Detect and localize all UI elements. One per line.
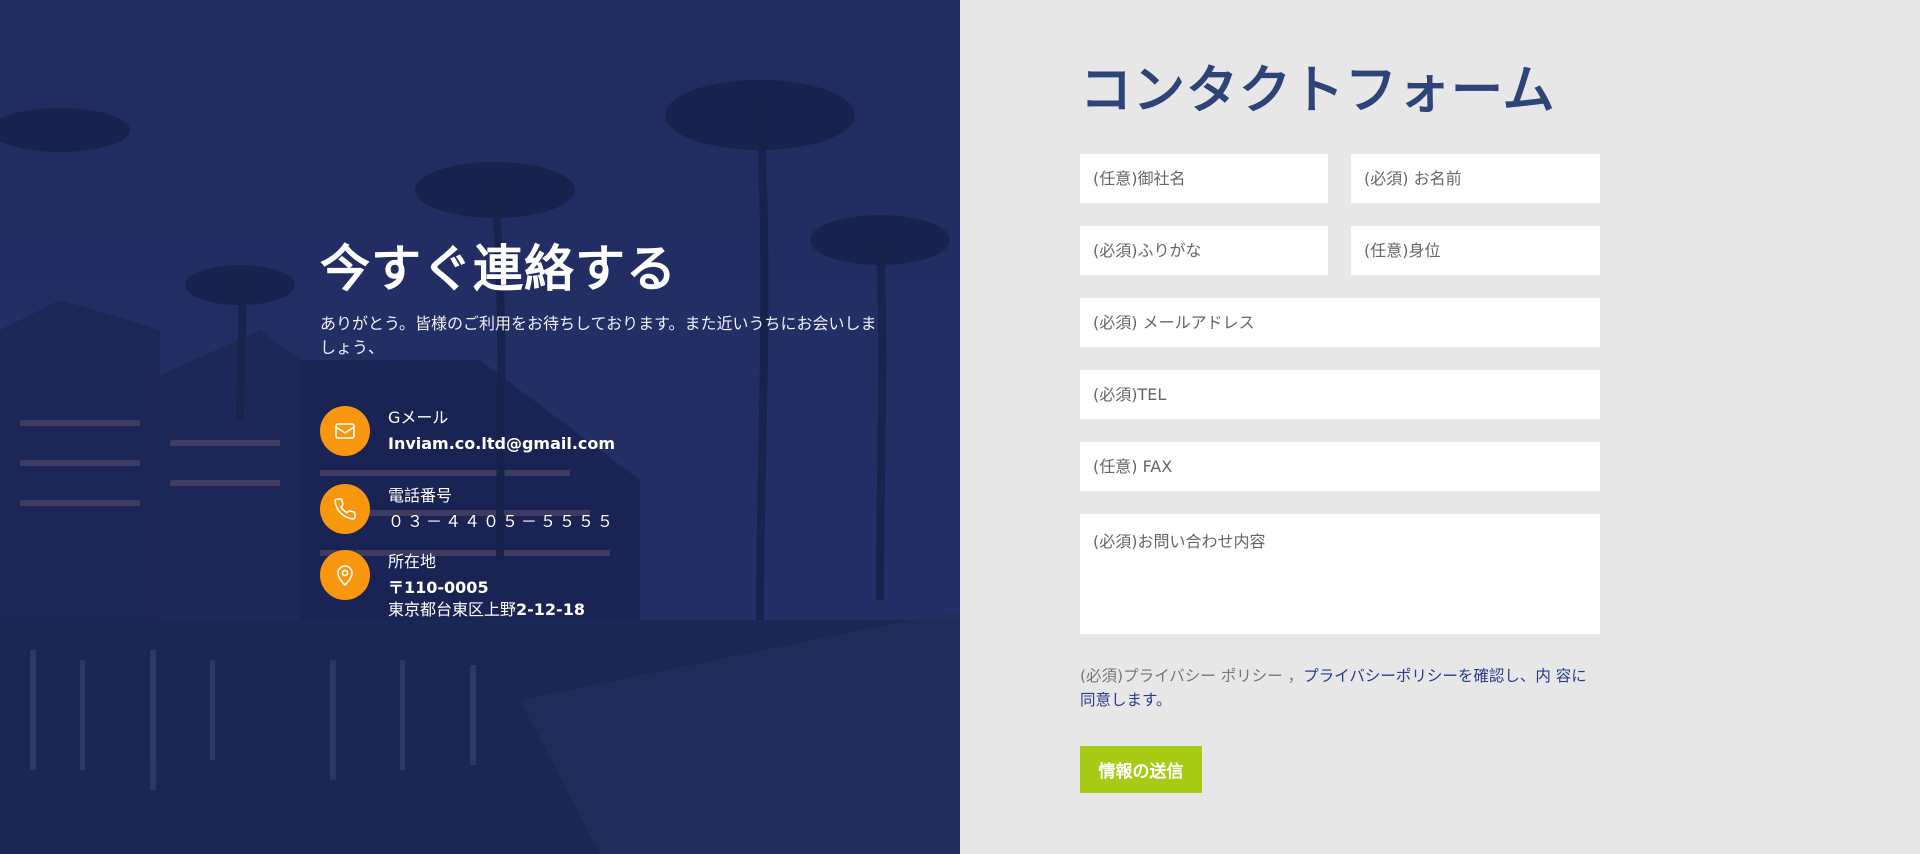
phone-label: 電話番号 [388,486,453,505]
street-address-prefix: 東京都台東区上野 [388,600,517,619]
mail-icon [320,406,370,456]
company-input[interactable] [1080,154,1328,203]
message-textarea[interactable] [1080,514,1600,634]
info-item-address: 所在地 〒110-0005 東京都台東区上野2-12-18 [320,550,880,621]
policy-prefix: (必須)プライバシー ポリシー ， [1080,667,1304,685]
location-pin-icon [320,550,370,600]
street-address-number: 2-12-18 [516,600,585,619]
info-item-phone: 電話番号 ０３－４４０５－５５５５ [320,484,880,534]
contact-headline: 今すぐ連絡する [320,240,677,298]
contact-info-panel: 今すぐ連絡する ありがとう。皆様のご利用をお待ちしております。また近いうちにお会… [0,0,960,854]
contact-intro: ありがとう。皆様のご利用をお待ちしております。また近いうちにお会いしましょう、 [320,314,877,357]
email-input[interactable] [1080,298,1600,347]
address-label: 所在地 [388,552,437,571]
email-label: Gメール [388,408,449,427]
street-address: 東京都台東区上野2-12-18 [388,599,585,621]
tel-input[interactable] [1080,370,1600,419]
privacy-policy-consent: (必須)プライバシー ポリシー ，プライバシーポリシーを確認し、内 容に同意しま… [1080,664,1600,712]
position-input[interactable] [1351,226,1600,275]
form-title: コンタクトフォーム [1080,61,1556,121]
info-item-email: Gメール Inviam.co.ltd@gmail.com [320,406,880,456]
email-value[interactable]: Inviam.co.ltd@gmail.com [388,433,615,455]
fax-input[interactable] [1080,442,1600,491]
phone-icon [320,484,370,534]
contact-form-panel: コンタクトフォーム (必須)プライバシー ポリシー ，プライバシーポリシーを確認… [960,0,1920,854]
contact-info: 今すぐ連絡する ありがとう。皆様のご利用をお待ちしております。また近いうちにお会… [320,238,880,621]
submit-button[interactable]: 情報の送信 [1080,746,1202,793]
name-input[interactable] [1351,154,1600,203]
furigana-input[interactable] [1080,226,1328,275]
postal-code: 〒110-0005 [388,578,489,597]
phone-value[interactable]: ０３－４４０５－５５５５ [388,511,616,533]
